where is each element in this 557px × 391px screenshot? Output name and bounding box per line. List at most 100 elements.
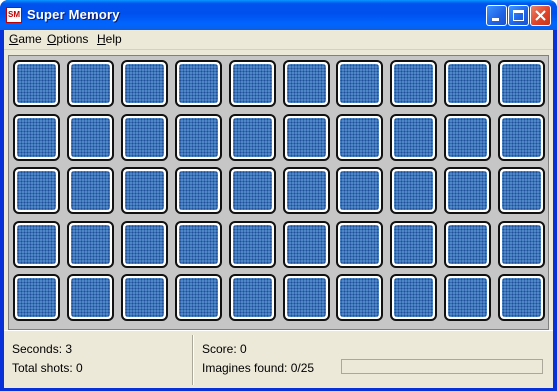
card-back-pattern (233, 64, 272, 103)
memory-card[interactable] (444, 221, 491, 268)
memory-card[interactable] (283, 274, 330, 321)
card-back-pattern (17, 225, 56, 264)
memory-card[interactable] (498, 60, 545, 107)
memory-card[interactable] (498, 167, 545, 214)
memory-card[interactable] (390, 167, 437, 214)
memory-card[interactable] (336, 221, 383, 268)
memory-card[interactable] (444, 167, 491, 214)
total-shots-value: 0 (76, 361, 83, 375)
memory-card[interactable] (67, 167, 114, 214)
seconds-readout: Seconds: 3 (12, 342, 72, 356)
memory-card[interactable] (498, 274, 545, 321)
menu-game-accelerator: G (9, 32, 19, 46)
menu-help[interactable]: Help (97, 32, 122, 46)
memory-card[interactable] (498, 221, 545, 268)
title-bar[interactable]: SM Super Memory (0, 0, 557, 30)
card-back-pattern (502, 171, 541, 210)
memory-card[interactable] (390, 274, 437, 321)
memory-card[interactable] (67, 221, 114, 268)
menu-options[interactable]: Options (47, 32, 88, 46)
memory-card[interactable] (283, 167, 330, 214)
memory-card[interactable] (175, 274, 222, 321)
menu-bar: Game Options Help (4, 30, 553, 50)
memory-card[interactable] (336, 167, 383, 214)
card-back-pattern (179, 171, 218, 210)
total-shots-readout: Total shots: 0 (12, 361, 83, 375)
card-back-pattern (179, 278, 218, 317)
status-panel: Seconds: 3 Total shots: 0 Score: 0 Imagi… (4, 330, 553, 388)
card-back-pattern (71, 278, 110, 317)
super-memory-app-icon[interactable]: SM (6, 7, 22, 23)
close-icon (535, 10, 546, 21)
images-found-label: Imagines found: (202, 361, 288, 375)
memory-card[interactable] (121, 167, 168, 214)
card-back-pattern (287, 225, 326, 264)
memory-card[interactable] (229, 60, 276, 107)
memory-card[interactable] (390, 221, 437, 268)
card-back-pattern (17, 64, 56, 103)
card-back-pattern (125, 278, 164, 317)
card-back-pattern (71, 118, 110, 157)
card-back-pattern (71, 64, 110, 103)
score-readout: Score: 0 (202, 342, 247, 356)
memory-card[interactable] (229, 114, 276, 161)
card-back-pattern (340, 118, 379, 157)
images-found-progress-bar (341, 359, 543, 374)
maximize-button[interactable] (508, 5, 529, 26)
game-board (8, 55, 549, 330)
menu-options-accelerator: O (47, 32, 57, 46)
memory-card[interactable] (13, 114, 60, 161)
memory-card[interactable] (283, 221, 330, 268)
memory-card[interactable] (121, 274, 168, 321)
card-back-pattern (287, 118, 326, 157)
memory-card[interactable] (229, 274, 276, 321)
memory-card[interactable] (283, 60, 330, 107)
card-back-pattern (233, 118, 272, 157)
memory-card[interactable] (336, 274, 383, 321)
memory-card[interactable] (229, 221, 276, 268)
client-area: Game Options Help Seconds: 3 Total shots… (4, 30, 553, 388)
menu-help-rest: elp (105, 32, 122, 46)
card-back-pattern (179, 64, 218, 103)
memory-card[interactable] (283, 114, 330, 161)
memory-card[interactable] (336, 114, 383, 161)
minimize-button[interactable] (486, 5, 507, 26)
card-back-pattern (17, 118, 56, 157)
card-back-pattern (233, 225, 272, 264)
memory-card[interactable] (498, 114, 545, 161)
seconds-label: Seconds: (12, 342, 63, 356)
memory-card[interactable] (175, 60, 222, 107)
card-back-pattern (287, 64, 326, 103)
menu-game[interactable]: Game (9, 32, 42, 46)
seconds-value: 3 (65, 342, 73, 356)
memory-card[interactable] (336, 60, 383, 107)
card-back-pattern (394, 64, 433, 103)
memory-card[interactable] (175, 221, 222, 268)
memory-card[interactable] (67, 274, 114, 321)
memory-card[interactable] (175, 167, 222, 214)
memory-card[interactable] (13, 221, 60, 268)
memory-card[interactable] (390, 114, 437, 161)
memory-card[interactable] (67, 114, 114, 161)
memory-card[interactable] (121, 60, 168, 107)
card-back-pattern (394, 278, 433, 317)
memory-card[interactable] (121, 114, 168, 161)
memory-card[interactable] (444, 274, 491, 321)
close-button[interactable] (530, 5, 551, 26)
memory-card[interactable] (13, 274, 60, 321)
app-window: SM Super Memory Game Options Help Second… (0, 0, 557, 391)
card-back-pattern (448, 64, 487, 103)
menu-help-accelerator: H (97, 32, 106, 46)
memory-card[interactable] (229, 167, 276, 214)
memory-card[interactable] (444, 114, 491, 161)
memory-card[interactable] (390, 60, 437, 107)
card-back-pattern (502, 118, 541, 157)
memory-card[interactable] (175, 114, 222, 161)
memory-card[interactable] (121, 221, 168, 268)
card-back-pattern (17, 171, 56, 210)
memory-card[interactable] (444, 60, 491, 107)
memory-card[interactable] (67, 60, 114, 107)
memory-card[interactable] (13, 60, 60, 107)
score-value: 0 (240, 342, 247, 356)
memory-card[interactable] (13, 167, 60, 214)
